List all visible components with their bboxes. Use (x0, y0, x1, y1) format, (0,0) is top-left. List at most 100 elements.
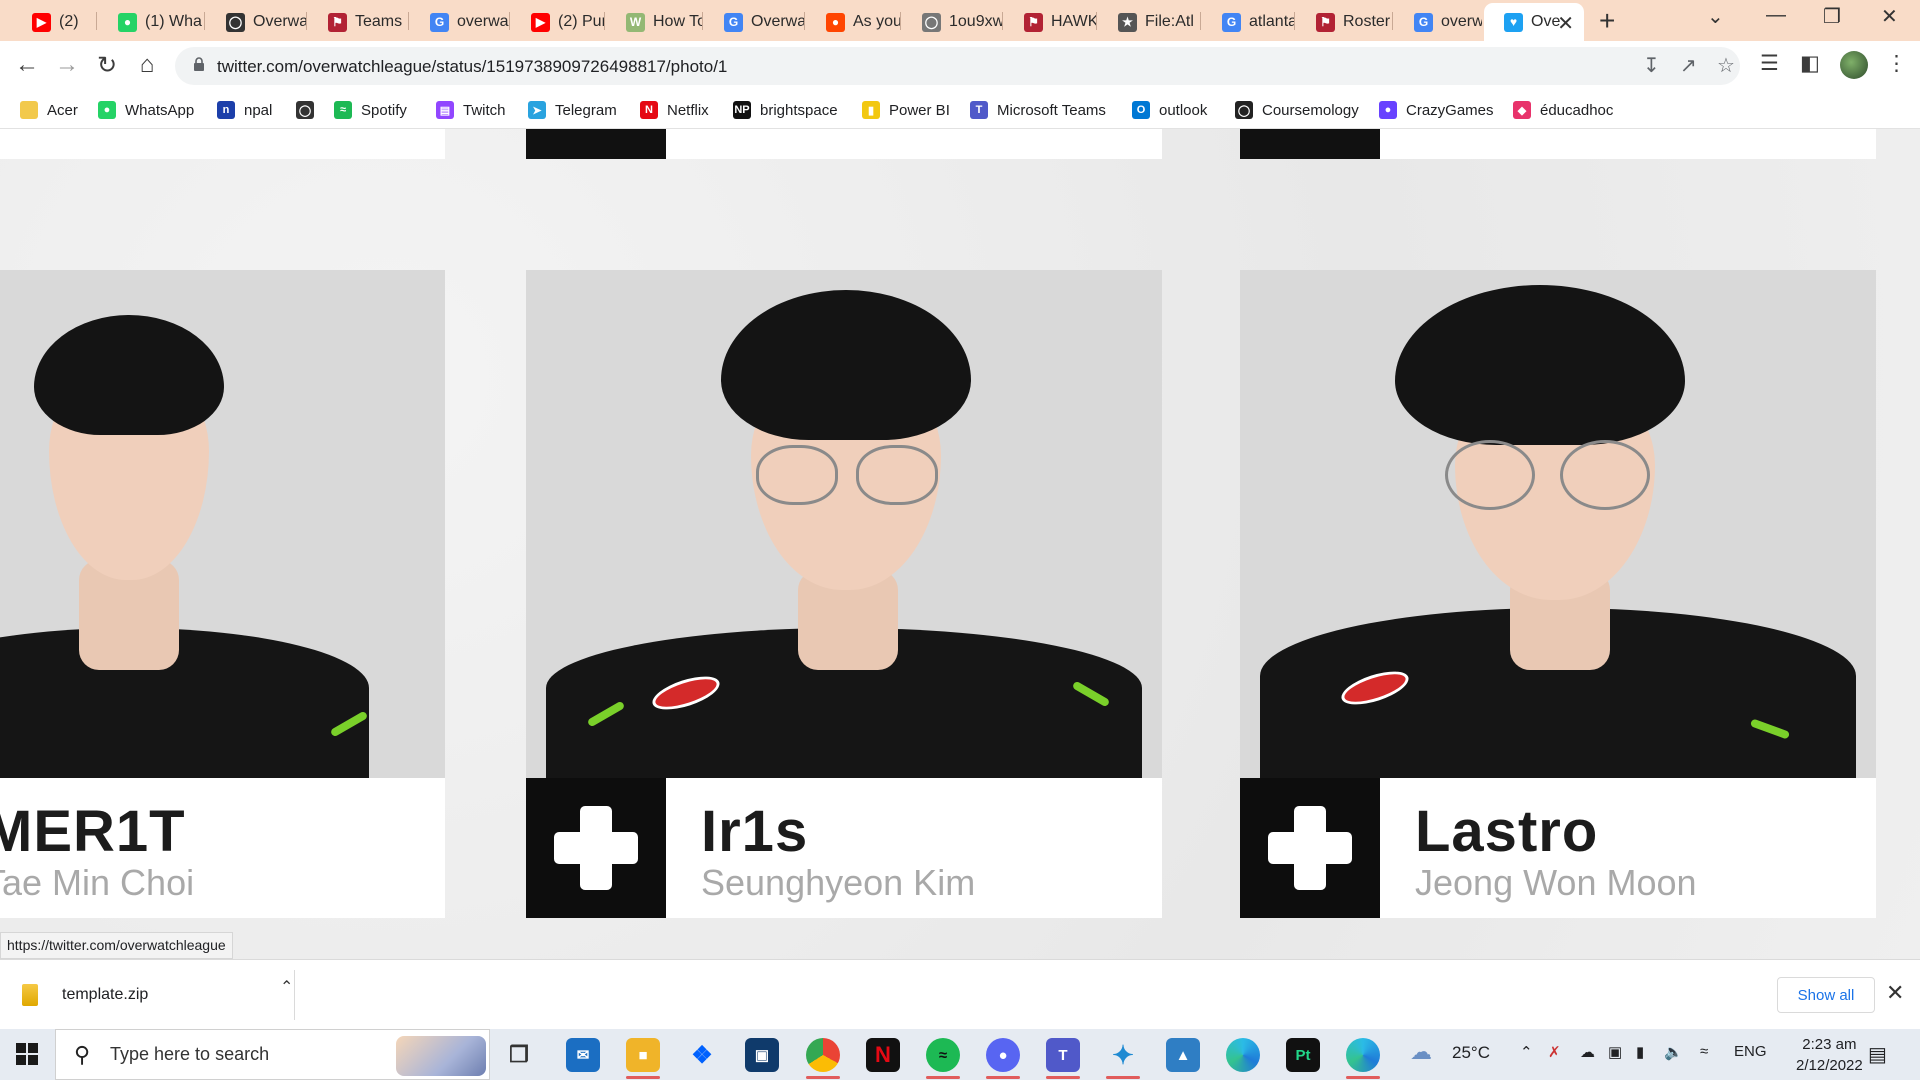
taskbar-search[interactable]: ⚲ Type here to search (55, 1029, 490, 1080)
tab-separator (509, 12, 510, 30)
browser-tab[interactable]: ▶ (2) (12, 3, 100, 41)
home-icon[interactable]: ⌂ (132, 51, 162, 79)
search-placeholder[interactable]: Type here to search (110, 1044, 269, 1065)
bookmark-item[interactable]: n npal (217, 99, 272, 121)
bookmark-item[interactable]: ▤ Twitch (436, 99, 506, 121)
discord-icon[interactable]: ● (986, 1038, 1020, 1072)
bookmark-item[interactable]: T Microsoft Teams (970, 99, 1106, 121)
browser-tab[interactable]: W How To (606, 3, 702, 41)
wifi-icon[interactable]: ≈ (1700, 1043, 1708, 1060)
bookmark-item[interactable]: ≈ Spotify (334, 99, 407, 121)
photo-viewer: MER1T Tae Min Choi Ir1s Seunghyeon Kim L… (0, 129, 1920, 959)
profile-avatar[interactable] (1840, 51, 1868, 79)
bookmark-star-icon[interactable]: ☆ (1717, 53, 1735, 78)
spotify-icon[interactable]: ≈ (926, 1038, 960, 1072)
onedrive-icon[interactable]: ☁ (1580, 1043, 1595, 1061)
player-card: MER1T Tae Min Choi (0, 270, 445, 918)
show-all-button[interactable]: Show all (1777, 977, 1875, 1013)
bookmark-item[interactable]: ● WhatsApp (98, 99, 194, 121)
notification-icon[interactable]: ▤ (1868, 1042, 1887, 1067)
bookmark-item[interactable]: Acer (20, 99, 78, 121)
tab-close-icon[interactable]: ✕ (1557, 11, 1574, 36)
tab-search-icon[interactable]: ⌄ (1707, 4, 1724, 29)
chrome-icon[interactable] (806, 1038, 840, 1072)
url-text[interactable]: twitter.com/overwatchleague/status/15197… (217, 57, 727, 77)
name-plate: Ir1s Seunghyeon Kim (526, 778, 1162, 918)
browser-tab[interactable]: ◯ 1ou9xw (902, 3, 1002, 41)
address-bar[interactable]: twitter.com/overwatchleague/status/15197… (175, 47, 1740, 85)
bookmark-item[interactable]: ➤ Telegram (528, 99, 617, 121)
browser-tab[interactable]: G Overwa (704, 3, 804, 41)
lock-icon[interactable] (193, 57, 205, 71)
browser-tab[interactable]: Goverwa (1394, 3, 1482, 41)
educadhoc-icon: ◆ (1513, 101, 1531, 119)
powerbi-icon: ▮ (862, 101, 880, 119)
reload-icon[interactable]: ↻ (92, 51, 122, 80)
browser-tab[interactable]: ♥ Ove ✕ (1484, 3, 1584, 41)
dropbox-icon[interactable]: ❖ (685, 1038, 719, 1072)
side-panel-icon[interactable]: ◧ (1800, 51, 1820, 76)
media-icon[interactable]: ☰ (1760, 51, 1779, 76)
weather-temp[interactable]: 25°C (1452, 1043, 1490, 1063)
chevron-up-icon[interactable]: ⌃ (1520, 1043, 1533, 1061)
netflix-icon[interactable]: N (866, 1038, 900, 1072)
edge-icon[interactable] (1226, 1038, 1260, 1072)
task-view-icon[interactable]: ❒ (502, 1038, 536, 1072)
new-tab-icon[interactable]: + (1599, 5, 1615, 37)
restore-icon[interactable]: ❐ (1823, 4, 1841, 29)
browser-tab[interactable]: ⚑ HAWK (1004, 3, 1096, 41)
tab-title: Roster (1343, 13, 1391, 30)
bookmark-item[interactable]: N Netflix (640, 99, 709, 121)
window-close-icon[interactable]: ✕ (1881, 4, 1898, 29)
browser-tab[interactable]: Gatlanta (1202, 3, 1294, 41)
file-explorer-icon[interactable]: ■ (626, 1038, 660, 1072)
downloads-shelf: template.zip ⌃ Show all ✕ (0, 959, 1920, 1029)
battery-icon[interactable]: ▮ (1636, 1043, 1644, 1061)
close-icon[interactable]: ✕ (1886, 980, 1904, 1006)
npal-icon: n (217, 101, 235, 119)
bookmark-item[interactable]: ◆ éducadhoc (1513, 99, 1613, 121)
pycharm-icon[interactable]: Pt (1286, 1038, 1320, 1072)
weather-icon[interactable]: ☁ (1410, 1039, 1432, 1065)
install-icon[interactable]: ↧ (1643, 53, 1660, 78)
bookmark-item[interactable]: NP brightspace (733, 99, 838, 121)
menu-icon[interactable]: ⋮ (1886, 51, 1907, 76)
share-icon[interactable]: ↗ (1680, 53, 1697, 78)
download-item[interactable]: template.zip ⌃ (22, 977, 293, 1013)
browser-tab[interactable]: ● (1) Wha (98, 3, 204, 41)
forward-icon[interactable]: → (52, 51, 82, 79)
bookmark-item[interactable]: ▮ Power BI (862, 99, 950, 121)
browser-tab[interactable]: ⚑ Roster (1296, 3, 1392, 41)
twitch-icon: ▤ (436, 101, 454, 119)
flag-icon: ⚑ (328, 12, 347, 32)
browser-tab[interactable]: ◯ Overwa (206, 3, 306, 41)
volume-icon[interactable]: 🔈 (1664, 1043, 1683, 1061)
bookmark-label: CrazyGames (1406, 101, 1494, 119)
teams-icon[interactable]: T (1046, 1038, 1080, 1072)
browser-tab[interactable]: ⚑ Teams (308, 3, 408, 41)
chevron-up-icon[interactable]: ⌃ (280, 977, 293, 997)
tab-separator (1096, 12, 1097, 30)
bookmark-item[interactable]: ◯ (296, 99, 323, 121)
windows-start-icon[interactable] (16, 1043, 38, 1065)
tab-title: HAWK (1051, 13, 1096, 30)
photos-icon[interactable]: ▲ (1166, 1038, 1200, 1072)
language-indicator[interactable]: ENG (1734, 1043, 1767, 1060)
network-alert-icon[interactable]: ✗ (1548, 1043, 1561, 1061)
bookmark-item[interactable]: ● CrazyGames (1379, 99, 1494, 121)
back-icon[interactable]: ← (12, 51, 42, 79)
minimize-icon[interactable]: — (1766, 4, 1786, 27)
browser-tab[interactable]: ● As you (806, 3, 900, 41)
mail-icon[interactable]: ✉ (566, 1038, 600, 1072)
unknown-app-icon[interactable]: ▣ (745, 1038, 779, 1072)
clock[interactable]: 2:23 am 2/12/2022 (1796, 1034, 1863, 1076)
meet-icon[interactable]: ▣ (1608, 1043, 1622, 1061)
bookmark-item[interactable]: Ooutlook (1132, 99, 1207, 121)
download-filename[interactable]: template.zip (62, 986, 148, 1004)
browser-tab[interactable]: ▶ (2) Pure (511, 3, 604, 41)
bookmark-item[interactable]: ◯ Coursemology (1235, 99, 1359, 121)
browser-tab[interactable]: Goverwa (410, 3, 509, 41)
edge-icon[interactable] (1346, 1038, 1380, 1072)
vscode-icon[interactable]: ✦ (1106, 1038, 1140, 1072)
browser-tab[interactable]: ★ File:Atl (1098, 3, 1200, 41)
